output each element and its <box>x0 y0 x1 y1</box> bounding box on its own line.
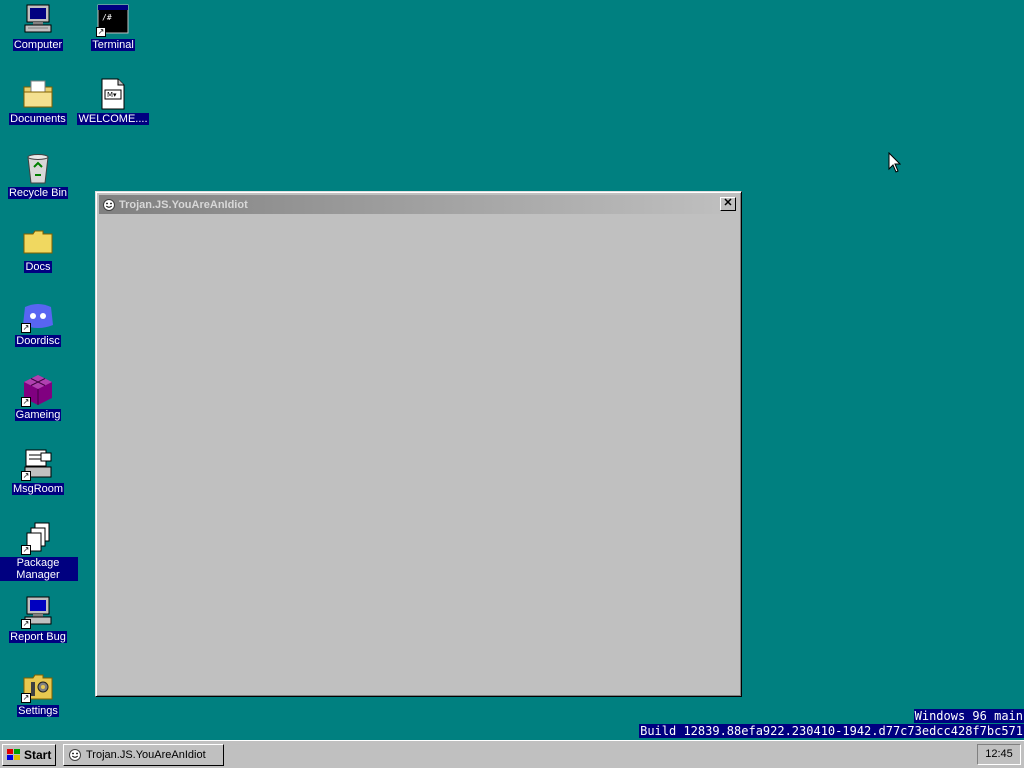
package-manager-icon: ↗ <box>21 521 55 555</box>
icon-label: MsgRoom <box>11 483 65 495</box>
taskbar: Start Trojan.JS.YouAreAnIdiot 12:45 <box>0 740 1024 768</box>
doordisc-icon: ↗ <box>21 299 55 333</box>
window-content <box>99 216 738 693</box>
shortcut-arrow-icon: ↗ <box>21 545 31 555</box>
desktop-icon-gameing[interactable]: ↗ Gameing <box>0 373 78 421</box>
desktop-icon-docs[interactable]: Docs <box>0 225 78 273</box>
desktop-icon-msgroom[interactable]: ↗ MsgRoom <box>0 447 78 495</box>
desktop-icon-welcome[interactable]: M▾ WELCOME.... <box>73 77 153 125</box>
markdown-file-icon: M▾ <box>96 77 130 111</box>
folder-icon <box>21 225 55 259</box>
msgroom-icon: ↗ <box>21 447 55 481</box>
system-tray-clock[interactable]: 12:45 <box>977 744 1021 765</box>
recycle-bin-icon <box>21 151 55 185</box>
shortcut-arrow-icon: ↗ <box>96 27 106 37</box>
taskbar-window-button[interactable]: Trojan.JS.YouAreAnIdiot <box>63 744 224 766</box>
close-button[interactable]: ✕ <box>720 197 736 211</box>
start-button[interactable]: Start <box>2 744 56 766</box>
desktop-icon-doordisc[interactable]: ↗ Doordisc <box>0 299 78 347</box>
desktop-icon-package-manager[interactable]: ↗ Package Manager <box>0 521 78 581</box>
terminal-icon: /# ↗ <box>96 3 130 37</box>
icon-label: WELCOME.... <box>77 113 149 125</box>
start-label: Start <box>24 748 52 762</box>
clock: 12:45 <box>985 748 1013 760</box>
icon-label: Report Bug <box>9 631 67 643</box>
icon-label: Terminal <box>91 39 135 51</box>
close-icon: ✕ <box>723 197 733 209</box>
desktop-icon-recycle-bin[interactable]: Recycle Bin <box>0 151 78 199</box>
icon-label: Package Manager <box>0 557 78 581</box>
shortcut-arrow-icon: ↗ <box>21 471 31 481</box>
icon-label: Doordisc <box>15 335 61 347</box>
desktop-icon-computer[interactable]: Computer <box>0 3 78 51</box>
smiley-icon <box>103 198 115 211</box>
window-title: Trojan.JS.YouAreAnIdiot <box>119 198 248 211</box>
icon-label: Gameing <box>14 409 62 421</box>
file-glyph: M▾ <box>107 91 117 99</box>
desktop-icon-report-bug[interactable]: ↗ Report Bug <box>0 595 78 643</box>
desktop-icon-settings[interactable]: ↗ Settings <box>0 669 78 717</box>
icon-label: Docs <box>24 261 52 273</box>
windows-logo-icon <box>7 749 20 760</box>
mouse-cursor-icon <box>888 152 901 173</box>
build-line-1: Windows 96 main <box>913 709 1024 723</box>
report-bug-icon: ↗ <box>21 595 55 629</box>
gameing-icon: ↗ <box>21 373 55 407</box>
build-line-2: Build 12839.88efa922.230410-1942.d77c73e… <box>639 724 1024 738</box>
shortcut-arrow-icon: ↗ <box>21 397 31 407</box>
shortcut-arrow-icon: ↗ <box>21 323 31 333</box>
documents-folder-icon <box>21 77 55 111</box>
icon-label: Documents <box>9 113 67 125</box>
icon-label: Settings <box>17 705 59 717</box>
shortcut-arrow-icon: ↗ <box>21 619 31 629</box>
desktop-icon-terminal[interactable]: /# ↗ Terminal <box>73 3 153 51</box>
taskbar-window-label: Trojan.JS.YouAreAnIdiot <box>86 749 206 761</box>
settings-icon: ↗ <box>21 669 55 703</box>
desktop-icon-documents[interactable]: Documents <box>0 77 78 125</box>
terminal-glyph: /# <box>102 13 112 22</box>
icon-label: Recycle Bin <box>7 187 69 199</box>
shortcut-arrow-icon: ↗ <box>21 693 31 703</box>
icon-label: Computer <box>12 39 64 51</box>
smiley-icon <box>69 749 81 761</box>
app-window[interactable]: Trojan.JS.YouAreAnIdiot ✕ <box>95 191 742 697</box>
computer-icon <box>21 3 55 37</box>
window-titlebar[interactable]: Trojan.JS.YouAreAnIdiot ✕ <box>99 195 738 214</box>
